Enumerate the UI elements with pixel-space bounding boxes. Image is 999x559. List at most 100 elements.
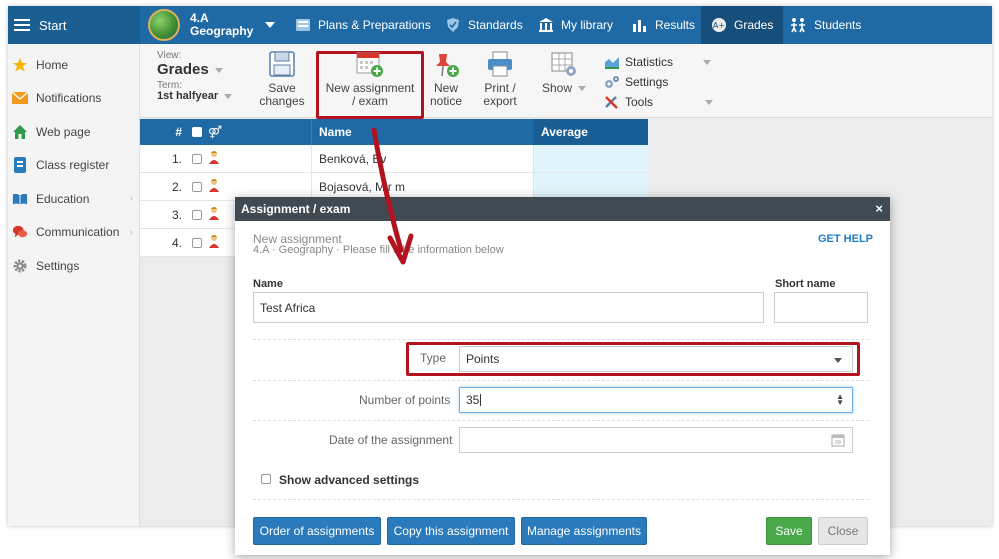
date-input[interactable]	[459, 427, 853, 453]
nav-grades[interactable]: A+ Grades	[701, 6, 784, 44]
short-name-input[interactable]	[774, 292, 868, 323]
sidebar-item-notifications[interactable]: Notifications	[8, 82, 139, 116]
order-assignments-button[interactable]: Order of assignments	[253, 517, 381, 545]
open-book-icon	[12, 191, 28, 207]
caret-down-icon	[578, 86, 587, 92]
sidebar-item-settings[interactable]: Settings	[8, 249, 139, 283]
row-checkbox[interactable]	[192, 237, 202, 248]
close-icon[interactable]: ×	[875, 201, 883, 216]
short-name-label: Short name	[775, 278, 836, 290]
row-checkbox[interactable]	[192, 181, 202, 192]
view-label: View:	[157, 50, 182, 61]
sidebar-item-communication[interactable]: Communication ›	[8, 216, 139, 250]
column-header-number: #	[175, 125, 182, 139]
column-header-average[interactable]: Average	[533, 119, 648, 145]
student-name: Bojasová, Mir m	[311, 173, 533, 200]
printer-icon	[488, 51, 512, 77]
settings-menu[interactable]: Settings	[604, 72, 713, 92]
get-help-link[interactable]: GET HELP	[818, 233, 873, 245]
manage-assignments-button[interactable]: Manage assignments	[521, 517, 647, 545]
average-cell	[533, 173, 648, 200]
start-menu-button[interactable]: Start	[8, 6, 140, 44]
term-value: 1st halfyear	[157, 90, 219, 102]
name-input[interactable]: Test Africa	[253, 292, 764, 323]
row-checkbox[interactable]	[192, 153, 202, 164]
sidebar-item-home[interactable]: Home	[8, 48, 139, 82]
nav-label: My library	[561, 18, 614, 32]
print-export-button[interactable]: Print / export	[476, 50, 524, 108]
view-selector[interactable]: View: Grades Term: 1st halfyear	[157, 50, 233, 102]
register-icon	[12, 157, 28, 174]
button-label: Show	[541, 81, 573, 95]
tools-menu[interactable]: Tools	[604, 92, 714, 112]
caret-down-icon	[703, 59, 712, 65]
advanced-settings-label[interactable]: Show advanced settings	[279, 473, 419, 487]
caret-down-icon	[224, 93, 233, 99]
close-button[interactable]: Close	[818, 517, 868, 545]
divider	[253, 499, 869, 500]
shield-icon	[447, 18, 459, 32]
nav-my-library[interactable]: My library	[538, 6, 613, 44]
dialog-title-bar: Assignment / exam ×	[235, 197, 890, 221]
caret-down-icon	[214, 67, 223, 73]
dialog-title: Assignment / exam	[241, 202, 351, 216]
menu-label: Settings	[625, 75, 669, 89]
menu-label: Statistics	[625, 55, 674, 69]
table-header: # ⚤ Name Average	[140, 119, 648, 145]
chat-icon	[12, 224, 28, 240]
type-select[interactable]: Points	[459, 346, 853, 372]
nav-label: Standards	[468, 18, 523, 32]
sidebar-item-label: Class register	[36, 158, 110, 173]
row-number: 3.	[171, 207, 182, 222]
nav-students[interactable]: Students	[789, 6, 861, 44]
sidebar-item-label: Notifications	[36, 91, 102, 106]
row-checkbox[interactable]	[192, 209, 202, 220]
grades-icon: A+	[712, 18, 726, 32]
divider	[253, 380, 869, 381]
nav-standards[interactable]: Standards	[445, 6, 523, 44]
sidebar-item-education[interactable]: Education ›	[8, 182, 139, 216]
sidebar-item-class-register[interactable]: Class register	[8, 149, 139, 183]
save-changes-button[interactable]: Save changes	[254, 50, 310, 108]
points-input-value: 35	[466, 393, 480, 407]
statistics-menu[interactable]: Statistics	[604, 52, 713, 72]
new-assignment-button[interactable]: New assignment / exam	[320, 50, 420, 108]
points-input[interactable]: 35 ▲ ▼	[459, 387, 853, 413]
sidebar-item-label: Education	[36, 191, 90, 206]
hamburger-icon	[14, 19, 30, 31]
svg-text:A+: A+	[713, 21, 725, 30]
button-label: notice	[429, 94, 463, 108]
stepper-icon[interactable]: ▲ ▼	[836, 393, 844, 407]
house-icon	[12, 124, 28, 140]
button-label: / exam	[351, 94, 388, 108]
gear-icon	[12, 258, 28, 274]
nav-label: Results	[655, 18, 696, 32]
student-name: Benková, Ev	[311, 145, 533, 172]
nav-label: Plans & Preparations	[318, 18, 431, 32]
nav-plans-preparations[interactable]: Plans & Preparations	[295, 6, 431, 44]
class-selector[interactable]: 4.A Geography	[148, 8, 276, 42]
library-icon	[539, 18, 553, 32]
save-button[interactable]: Save	[766, 517, 812, 545]
pushpin-add-icon	[436, 54, 459, 77]
row-number: 4.	[171, 235, 182, 250]
top-navigation-bar: Start 4.A Geography Plans & Preparations…	[8, 6, 992, 44]
caret-down-icon	[265, 22, 276, 28]
copy-assignment-button[interactable]: Copy this assignment	[387, 517, 515, 545]
sidebar-item-web-page[interactable]: Web page	[8, 115, 139, 149]
table-settings-icon	[551, 52, 576, 76]
tools-icon	[605, 96, 618, 109]
calendar-icon[interactable]	[831, 433, 845, 447]
advanced-settings-checkbox[interactable]	[261, 474, 271, 484]
nav-results[interactable]: Results	[632, 6, 695, 44]
menu-label: Tools	[625, 95, 654, 109]
column-header-name[interactable]: Name	[311, 119, 533, 145]
new-notice-button[interactable]: New notice	[426, 50, 466, 108]
select-all-checkbox[interactable]	[192, 127, 202, 137]
table-row[interactable]: 1. Benková, Ev	[140, 145, 648, 173]
book-icon	[296, 19, 310, 31]
average-cell	[533, 145, 648, 172]
show-button[interactable]: Show	[538, 50, 590, 95]
sidebar-item-label: Home	[36, 57, 69, 72]
divider	[253, 420, 869, 421]
